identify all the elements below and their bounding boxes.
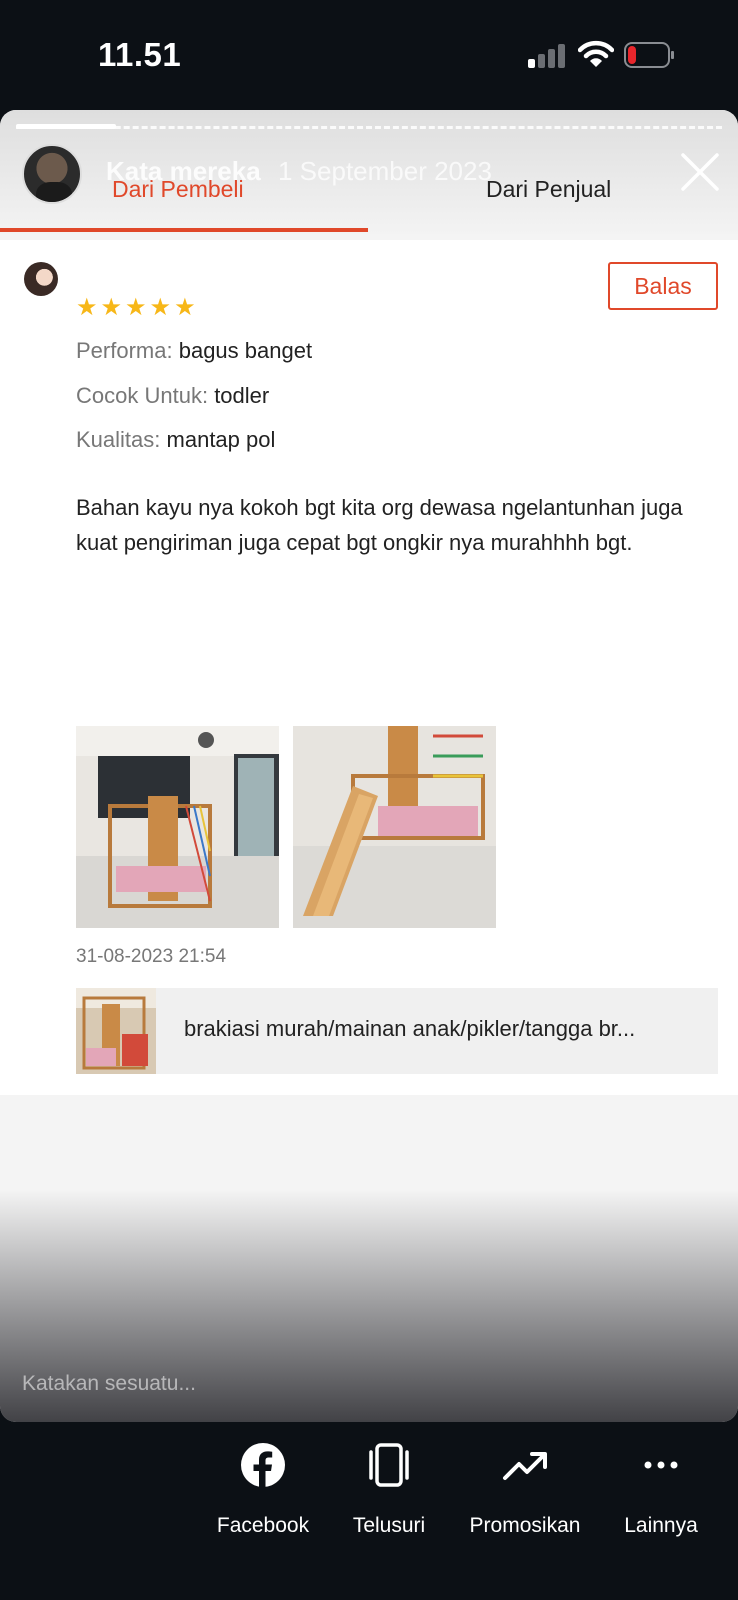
story-avatar[interactable]	[22, 144, 82, 204]
cellular-signal-icon	[528, 44, 568, 68]
attribute-key: Cocok Untuk:	[76, 383, 209, 408]
star-icon: ★	[149, 294, 172, 321]
tab-from-seller[interactable]: Dari Penjual	[486, 176, 611, 203]
star-rating: ★ ★ ★ ★ ★	[76, 296, 196, 320]
attribute-key: Performa:	[76, 338, 173, 363]
share-label: Lainnya	[624, 1514, 698, 1537]
more-icon	[636, 1440, 686, 1490]
story-progress-track	[16, 126, 722, 129]
review-timestamp: 31-08-2023 21:54	[76, 946, 227, 967]
reviewer-avatar	[24, 262, 58, 296]
review-photo[interactable]	[293, 726, 496, 928]
review-item: ★ ★ ★ ★ ★ Balas Performa: bagus banget C…	[0, 240, 738, 1095]
attribute-key: Kualitas:	[76, 427, 161, 452]
attribute-value: todler	[214, 383, 270, 408]
status-bar: 11.51	[0, 0, 738, 110]
star-icon: ★	[100, 294, 123, 321]
product-card[interactable]: brakiasi murah/mainan anak/pikler/tangga…	[76, 988, 718, 1074]
share-label: Promosikan	[469, 1514, 581, 1537]
star-icon: ★	[76, 294, 98, 321]
review-text: Bahan kayu nya kokoh bgt kita org dewasa…	[76, 495, 683, 555]
reply-button[interactable]: Balas	[608, 262, 718, 310]
active-tab-indicator	[0, 228, 368, 232]
share-lainnya-button[interactable]: Lainnya	[596, 1440, 726, 1538]
attribute-kualitas: Kualitas: mantap pol	[76, 427, 275, 453]
story-card: Dari Pembeli Dari Penjual Kata mereka 1 …	[0, 110, 738, 1422]
product-thumbnail	[76, 988, 156, 1074]
share-label: Telusuri	[352, 1514, 426, 1537]
close-icon[interactable]	[680, 152, 720, 192]
status-time: 11.51	[98, 36, 182, 73]
share-telusuri-button[interactable]: Telusuri	[324, 1440, 454, 1538]
attribute-performa: Performa: bagus banget	[76, 338, 312, 364]
trending-up-icon	[500, 1440, 550, 1490]
share-promosikan-button[interactable]: Promosikan	[460, 1440, 590, 1538]
facebook-icon	[238, 1440, 288, 1490]
product-name: brakiasi murah/mainan anak/pikler/tangga…	[184, 1016, 636, 1041]
attribute-cocok-untuk: Cocok Untuk: todler	[76, 383, 269, 409]
attribute-value: mantap pol	[166, 427, 276, 452]
share-label: Facebook	[216, 1514, 310, 1537]
comment-input[interactable]: Katakan sesuatu...	[22, 1372, 196, 1396]
story-username[interactable]: Kata mereka	[106, 156, 261, 187]
wifi-icon	[578, 40, 614, 67]
device-icon	[364, 1440, 414, 1490]
story-progress-bar	[16, 124, 116, 129]
share-facebook-button[interactable]: Facebook	[198, 1440, 328, 1538]
battery-icon	[624, 42, 674, 68]
star-icon: ★	[174, 294, 196, 321]
star-icon: ★	[125, 294, 147, 321]
review-photo[interactable]	[76, 726, 279, 928]
attribute-value: bagus banget	[178, 338, 313, 363]
story-date: 1 September 2023	[278, 156, 492, 186]
